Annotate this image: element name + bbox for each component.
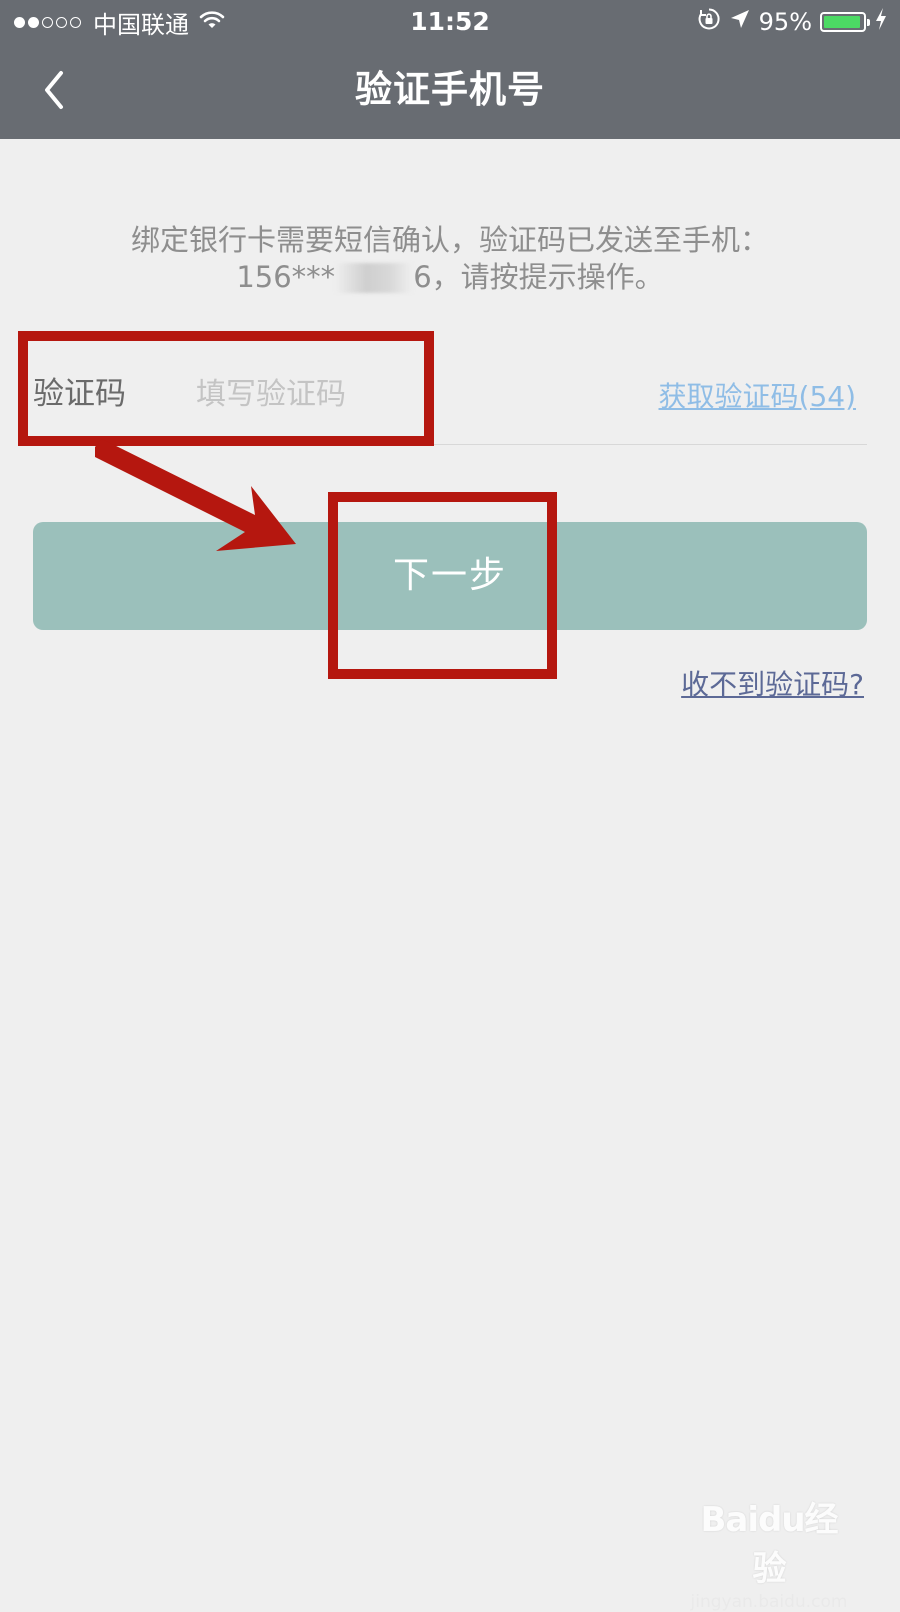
watermark-logo: Baidu经验	[700, 1500, 838, 1589]
get-code-link[interactable]: 获取验证码(54)	[659, 379, 856, 415]
battery-icon	[820, 12, 870, 32]
phone-number-prefix: 156***	[236, 260, 336, 294]
status-right: 95%	[689, 6, 888, 38]
battery-level-fill	[824, 16, 861, 28]
baidu-jingyan-watermark: Baidu经验 jingyan.baidu.com	[684, 1492, 854, 1612]
input-divider	[33, 444, 867, 445]
status-bar: 中国联通 11:52 95%	[0, 0, 900, 44]
location-arrow-icon	[729, 8, 751, 36]
sms-info-tail: ，请按提示操作。	[431, 260, 664, 294]
no-code-help-link[interactable]: 收不到验证码?	[681, 667, 864, 703]
phone-number-redaction	[335, 263, 414, 293]
sms-info-text: 绑定银行卡需要短信确认，验证码已发送至手机： 156*** 6，请按提示操作。	[60, 222, 840, 296]
navigation-bar: 验证手机号	[0, 44, 900, 139]
battery-percent: 95%	[758, 8, 812, 36]
verification-code-input[interactable]	[196, 372, 556, 416]
verification-code-label: 验证码	[33, 376, 126, 412]
orientation-lock-icon	[697, 7, 721, 37]
page-title: 验证手机号	[355, 68, 545, 111]
watermark-url: jingyan.baidu.com	[690, 1592, 848, 1612]
sms-info-line2: 156*** 6，请按提示操作。	[60, 259, 840, 296]
sms-info-line1: 绑定银行卡需要短信确认，验证码已发送至手机：	[130, 223, 769, 257]
charging-bolt-icon	[874, 7, 888, 37]
phone-number-suffix: 6	[413, 260, 432, 294]
next-step-button[interactable]: 下一步	[33, 522, 867, 630]
